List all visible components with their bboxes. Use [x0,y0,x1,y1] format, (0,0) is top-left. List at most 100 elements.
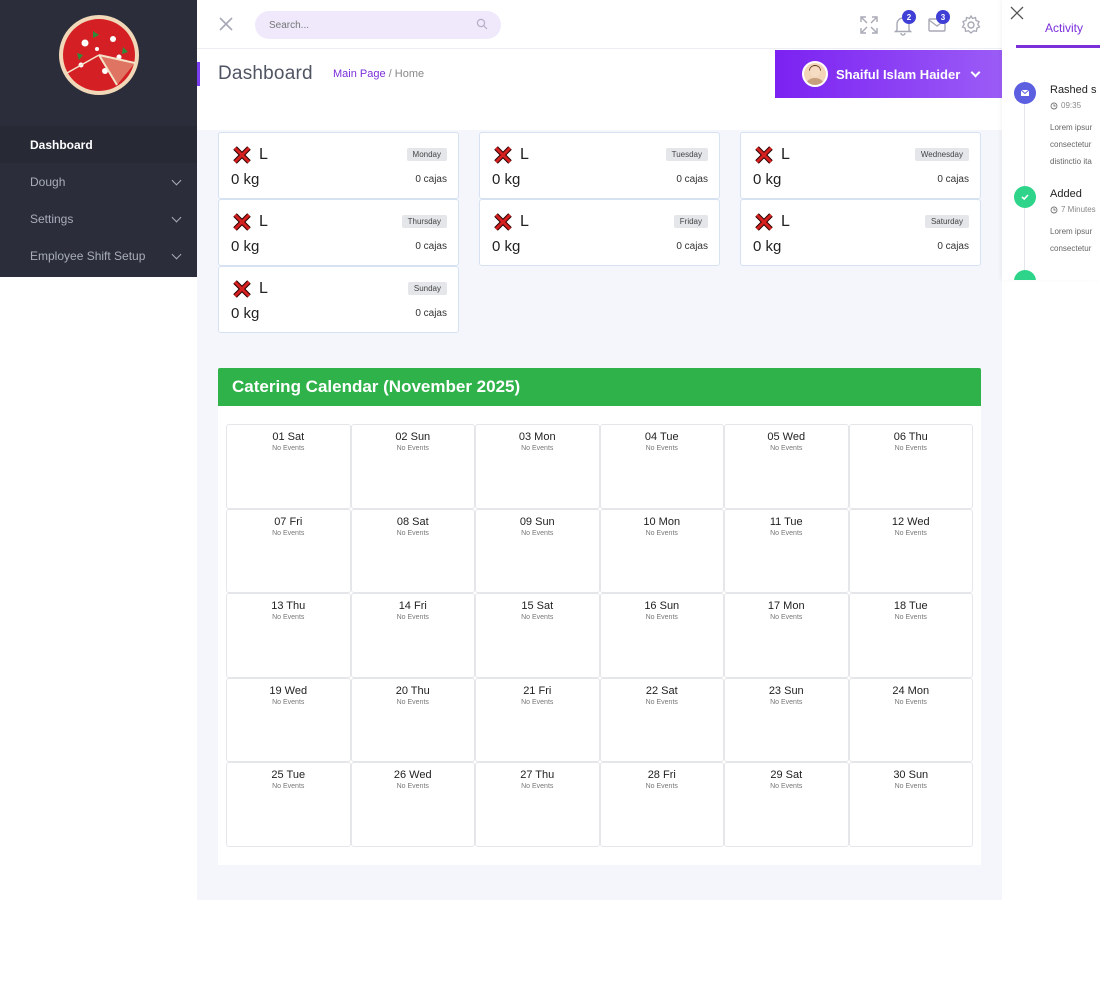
calendar-day-cell[interactable]: 08 Sat No Events [350,508,475,593]
calendar-day-cell[interactable]: 09 Sun No Events [475,508,600,593]
sidebar-item-label: Settings [30,211,74,226]
calendar-day-cell[interactable]: 29 Sat No Events [724,762,849,847]
card-cajas: 0 cajas [676,241,708,252]
sidebar-item-settings[interactable]: Settings [0,200,197,237]
card-letter: L [259,280,268,297]
calendar-date: 04 Tue [644,431,679,443]
cross-mark-icon [233,213,251,231]
day-badge: Wednesday [914,148,969,161]
close-icon[interactable] [1010,6,1024,20]
calendar-day-cell[interactable]: 04 Tue No Events [599,424,724,509]
calendar-day-cell[interactable]: 16 Sun No Events [599,593,724,678]
chevron-down-icon [171,212,182,223]
day-badge: Friday [673,215,708,228]
sidebar-item-dashboard[interactable]: Dashboard [0,126,197,163]
calendar-date: 20 Thu [395,684,430,697]
activity-text-line: Lorem ipsur [1050,227,1093,236]
calendar-events-label: No Events [645,445,678,452]
calendar-day-cell[interactable]: 30 Sun No Events [848,762,973,847]
card-letter: L [781,146,790,163]
chevron-down-icon [970,67,981,77]
calendar-date: 27 Thu [520,769,555,781]
calendar-day-cell[interactable]: 02 Sun No Events [350,424,475,509]
calendar-events-label: No Events [521,614,554,621]
calendar-day-cell[interactable]: 01 Sat No Events [226,424,351,509]
tab-activity[interactable]: Activity [1045,21,1083,35]
calendar-day-cell[interactable]: 20 Thu No Events [350,677,475,762]
page-title: Dashboard [218,63,313,84]
activity-text-line: consectetur [1050,140,1092,149]
calendar-day-cell[interactable]: 28 Fri No Events [599,762,724,847]
calendar-day-cell[interactable]: 06 Thu No Events [848,424,973,509]
calendar-date: 17 Mon [767,600,805,612]
calendar-events-label: No Events [645,614,678,621]
calendar-day-cell[interactable]: 25 Tue No Events [226,762,351,847]
search-input[interactable] [255,11,501,39]
calendar-day-cell[interactable]: 19 Wed No Events [226,677,351,762]
sidebar-item-employee-shift-setup[interactable]: Employee Shift Setup [0,237,197,274]
card-cajas: 0 cajas [937,174,969,185]
cross-mark-icon [494,146,512,164]
day-card-sunday: L Sunday 0 kg 0 cajas [218,266,459,333]
gear-icon[interactable] [960,14,982,36]
fullscreen-icon[interactable] [858,14,880,36]
day-card-saturday: L Saturday 0 kg 0 cajas [740,199,981,266]
cross-mark-icon [494,213,512,231]
calendar-date: 22 Sat [645,684,678,697]
calendar-day-cell[interactable]: 10 Mon No Events [599,508,724,593]
calendar-date: 09 Sun [519,515,555,528]
sidebar-item-label: Employee Shift Setup [30,248,146,263]
calendar-events-label: No Events [521,783,554,790]
calendar-day-cell[interactable]: 18 Tue No Events [848,593,973,678]
calendar-date: 10 Mon [643,515,681,528]
cross-mark-icon [233,280,251,298]
calendar-day-cell[interactable]: 26 Wed No Events [350,762,475,847]
activity-time: 7 Minutes [1061,205,1096,214]
card-cajas: 0 cajas [415,174,447,185]
calendar-day-cell[interactable]: 22 Sat No Events [599,677,724,762]
breadcrumb-link-main-page[interactable]: Main Page [333,68,386,80]
calendar-events-label: No Events [770,445,803,452]
calendar-date: 02 Sun [395,431,431,443]
calendar-day-cell[interactable]: 21 Fri No Events [475,677,600,762]
calendar-day-cell[interactable]: 12 Wed No Events [848,508,973,593]
clock-icon [1050,102,1058,110]
calendar-date: 28 Fri [647,769,676,781]
sidebar-item-dough[interactable]: Dough [0,163,197,200]
calendar-day-cell[interactable]: 15 Sat No Events [475,593,600,678]
pizza-logo[interactable] [55,13,143,97]
activity-time: 09:35 [1061,101,1082,110]
calendar-events-label: No Events [396,783,429,790]
calendar-day-cell[interactable]: 27 Thu No Events [475,762,600,847]
calendar-day-cell[interactable]: 14 Fri No Events [350,593,475,678]
calendar-day-cell[interactable]: 24 Mon No Events [848,677,973,762]
calendar-date: 24 Mon [892,684,930,697]
close-icon[interactable] [218,16,234,32]
calendar-day-cell[interactable]: 17 Mon No Events [724,593,849,678]
calendar-day-cell[interactable]: 23 Sun No Events [724,677,849,762]
card-kg: 0 kg [492,171,521,188]
chevron-down-icon [171,175,182,186]
card-kg: 0 kg [231,305,260,322]
day-badge: Tuesday [665,148,708,161]
calendar-events-label: No Events [272,614,305,621]
calendar-day-cell[interactable]: 07 Fri No Events [226,508,351,593]
calendar-date: 23 Sun [768,684,804,697]
calendar-events-label: No Events [770,529,803,537]
day-badge: Monday [406,148,447,161]
day-card-thursday: L Thursday 0 kg 0 cajas [218,199,459,266]
calendar-day-cell[interactable]: 03 Mon No Events [475,424,600,509]
calendar-events-label: No Events [272,529,305,537]
avatar [802,61,828,87]
calendar-events-label: No Events [272,783,305,790]
calendar-day-cell[interactable]: 05 Wed No Events [724,424,849,509]
calendar-events-label: No Events [645,529,678,537]
calendar-events-label: No Events [396,529,429,537]
activity-dot [1014,186,1036,208]
notifications-badge: 2 [902,10,916,24]
calendar-events-label: No Events [521,698,554,706]
search-icon[interactable] [476,18,488,30]
calendar-day-cell[interactable]: 13 Thu No Events [226,593,351,678]
calendar-day-cell[interactable]: 11 Tue No Events [724,508,849,593]
user-menu[interactable]: Shaiful Islam Haider [775,50,1002,98]
